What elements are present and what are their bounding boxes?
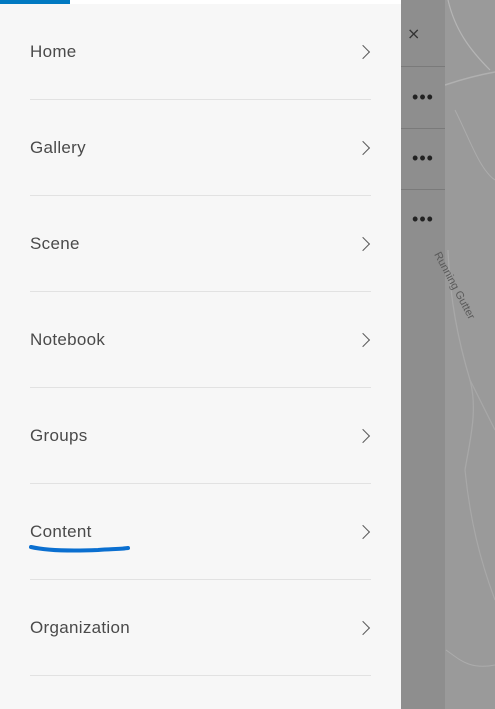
overflow-menu-button[interactable]: ••• bbox=[401, 189, 445, 250]
close-icon[interactable]: × bbox=[407, 24, 420, 43]
nav-item-organization[interactable]: Organization bbox=[30, 580, 371, 676]
nav-item-label: Content bbox=[30, 521, 92, 541]
overflow-menu-button[interactable]: ••• bbox=[401, 128, 445, 190]
navigation-drawer: Home Gallery Scene Notebook Groups Conte… bbox=[0, 4, 401, 709]
nav-item-notebook[interactable]: Notebook bbox=[30, 292, 371, 388]
side-panel-actions: ••• ••• ••• bbox=[401, 0, 445, 709]
chevron-right-icon bbox=[355, 44, 371, 59]
chevron-right-icon bbox=[355, 524, 371, 539]
nav-item-home[interactable]: Home bbox=[30, 4, 371, 100]
nav-item-label: Notebook bbox=[30, 329, 106, 349]
ellipsis-icon: ••• bbox=[412, 209, 434, 229]
nav-item-scene[interactable]: Scene bbox=[30, 196, 371, 292]
chevron-right-icon bbox=[355, 140, 371, 155]
chevron-right-icon bbox=[355, 428, 371, 443]
nav-item-content[interactable]: Content bbox=[30, 484, 371, 580]
chevron-right-icon bbox=[355, 236, 371, 251]
nav-item-label: Scene bbox=[30, 233, 80, 253]
ellipsis-icon: ••• bbox=[412, 148, 434, 168]
divider bbox=[401, 66, 445, 67]
nav-item-label: Home bbox=[30, 41, 77, 61]
nav-list: Home Gallery Scene Notebook Groups Conte… bbox=[0, 4, 401, 676]
chevron-right-icon bbox=[355, 332, 371, 347]
nav-item-label: Groups bbox=[30, 425, 88, 445]
overflow-menu-button[interactable]: ••• bbox=[401, 67, 445, 129]
nav-item-groups[interactable]: Groups bbox=[30, 388, 371, 484]
annotation-underline bbox=[29, 545, 130, 553]
nav-item-label: Gallery bbox=[30, 137, 86, 157]
nav-item-gallery[interactable]: Gallery bbox=[30, 100, 371, 196]
ellipsis-icon: ••• bbox=[412, 87, 434, 107]
chevron-right-icon bbox=[355, 620, 371, 635]
nav-item-label: Organization bbox=[30, 617, 130, 637]
